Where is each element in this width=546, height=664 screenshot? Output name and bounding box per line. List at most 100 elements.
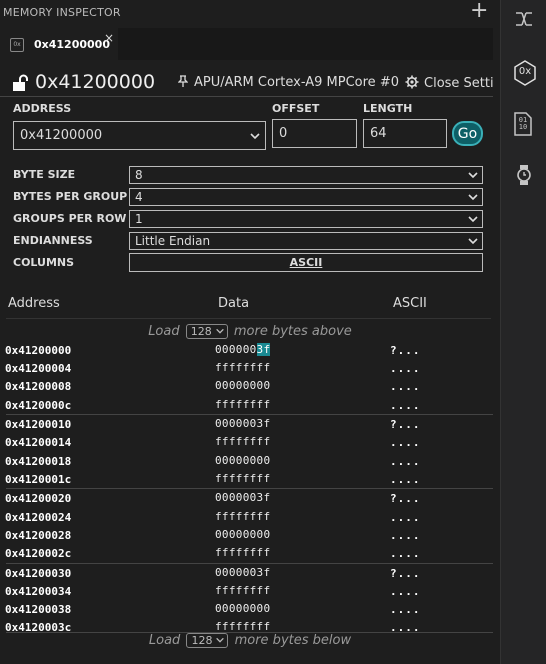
- core-selector[interactable]: APU/ARM Cortex-A9 MPCore #0: [177, 75, 399, 90]
- row-address[interactable]: 0x41200008: [5, 380, 71, 393]
- memory-title-row: 0x41200000 APU/ARM Cortex-A9 MPCore #0 C…: [0, 70, 493, 97]
- offset-input[interactable]: 0: [272, 119, 357, 148]
- ascii-column-header: ASCII: [393, 296, 427, 311]
- offset-label: OFFSET: [272, 102, 320, 115]
- load-above-count: 128: [190, 325, 212, 338]
- load-below-count-select[interactable]: 128: [186, 633, 229, 648]
- row-address[interactable]: 0x41200014: [5, 436, 71, 449]
- bytes-per-group-value: 4: [135, 190, 143, 204]
- close-settings-button[interactable]: Close Settings: [405, 75, 493, 91]
- core-label: APU/ARM Cortex-A9 MPCore #0: [194, 75, 399, 90]
- plus-icon[interactable]: +: [470, 0, 488, 23]
- row-address[interactable]: 0x41200010: [5, 418, 71, 431]
- row-ascii: ....: [390, 584, 421, 598]
- row-ascii: ....: [390, 436, 421, 450]
- tab-memory-view[interactable]: 0x 0x41200000 ×: [0, 28, 118, 60]
- length-input[interactable]: 64: [363, 119, 447, 148]
- row-data[interactable]: ffffffff: [215, 361, 270, 374]
- go-button[interactable]: Go: [452, 121, 483, 146]
- table-row: 0x41200038 00000000....: [0, 601, 500, 619]
- load-more-above: Load 128 more bytes above: [0, 324, 500, 339]
- row-data[interactable]: ffffffff: [215, 472, 270, 485]
- row-address[interactable]: 0x41200020: [5, 492, 71, 505]
- watch-icon[interactable]: [513, 164, 535, 186]
- selected-byte[interactable]: 3f: [256, 343, 271, 356]
- panel-title: MEMORY INSPECTOR: [3, 6, 121, 19]
- row-address[interactable]: 0x4120002c: [5, 547, 71, 560]
- hex-icon-text: 0x: [518, 66, 532, 77]
- row-data[interactable]: ffffffff: [215, 435, 270, 448]
- data-plain: 000000: [215, 343, 257, 356]
- load-below-suffix[interactable]: more bytes below: [235, 633, 352, 648]
- row-ascii: ....: [390, 472, 421, 486]
- address-input[interactable]: 0x41200000: [13, 121, 266, 150]
- ascii-column-toggle[interactable]: ASCII: [129, 253, 483, 272]
- row-ascii: ?...: [390, 566, 421, 580]
- close-settings-label: Close Settings: [424, 76, 493, 91]
- binary-icon-text: 01 10: [518, 116, 528, 131]
- connections-icon[interactable]: [513, 8, 535, 30]
- row-group-separator: [6, 414, 493, 416]
- row-data[interactable]: ffffffff: [215, 510, 270, 523]
- row-ascii: ....: [390, 398, 421, 412]
- byte-size-select[interactable]: 8: [129, 166, 483, 184]
- load-more-below: Load 128 more bytes below: [0, 633, 500, 648]
- row-address[interactable]: 0x41200038: [5, 603, 71, 616]
- row-data[interactable]: 00000000: [215, 602, 270, 615]
- row-address[interactable]: 0x41200030: [5, 567, 71, 580]
- endianness-select[interactable]: Little Endian: [129, 232, 483, 250]
- row-ascii: ....: [390, 510, 421, 524]
- row-data[interactable]: 0000003f: [215, 566, 270, 579]
- unlock-icon[interactable]: [12, 74, 30, 92]
- table-row: 0x41200014 ffffffff....: [0, 434, 500, 452]
- hex-memory-icon[interactable]: 0x: [513, 60, 537, 86]
- row-address[interactable]: 0x4120001c: [5, 473, 71, 486]
- row-address[interactable]: 0x41200028: [5, 529, 71, 542]
- bytes-per-group-select[interactable]: 4: [129, 188, 483, 206]
- row-ascii: ....: [390, 362, 421, 376]
- groups-per-row-select[interactable]: 1: [129, 210, 483, 228]
- row-address[interactable]: 0x41200018: [5, 455, 71, 468]
- table-row: 0x41200018 00000000....: [0, 453, 500, 471]
- row-data[interactable]: 00000000: [215, 454, 270, 467]
- row-data[interactable]: 0000003f: [215, 343, 271, 356]
- chevron-down-icon: [468, 238, 478, 245]
- table-row: 0x4120000c ffffffff....: [0, 397, 500, 415]
- row-address[interactable]: 0x4120000c: [5, 399, 71, 412]
- panel-header: MEMORY INSPECTOR +: [0, 0, 500, 26]
- row-data[interactable]: 0000003f: [215, 417, 270, 430]
- row-data[interactable]: ffffffff: [215, 584, 270, 597]
- length-label: LENGTH: [363, 102, 413, 115]
- row-address[interactable]: 0x41200034: [5, 585, 71, 598]
- row-data[interactable]: ffffffff: [215, 546, 270, 559]
- row-data[interactable]: 0000003f: [215, 491, 270, 504]
- address-column-header: Address: [8, 296, 60, 311]
- row-address[interactable]: 0x41200004: [5, 362, 71, 375]
- load-above-count-select[interactable]: 128: [185, 324, 228, 339]
- columns-label: COLUMNS: [13, 256, 75, 269]
- table-row: 0x4120002c ffffffff....: [0, 545, 500, 563]
- table-row: 0x4120001c ffffffff....: [0, 471, 500, 489]
- row-group-separator: [6, 488, 493, 490]
- row-ascii: ....: [390, 454, 421, 468]
- table-bottom-divider: [6, 632, 493, 633]
- load-above-suffix[interactable]: more bytes above: [234, 324, 352, 339]
- table-row: 0x41200000 0000003f ?...: [0, 342, 500, 360]
- load-below-count: 128: [191, 634, 213, 647]
- table-row: 0x41200028 00000000....: [0, 527, 500, 545]
- length-value: 64: [370, 126, 387, 141]
- row-data[interactable]: 00000000: [215, 379, 270, 392]
- table-row: 0x41200024 ffffffff....: [0, 509, 500, 527]
- row-address[interactable]: 0x41200024: [5, 511, 71, 524]
- row-group-separator: [6, 562, 493, 564]
- row-data[interactable]: ffffffff: [215, 398, 270, 411]
- chevron-down-icon: [468, 172, 478, 179]
- row-address[interactable]: 0x41200000: [5, 344, 71, 357]
- close-icon[interactable]: ×: [104, 31, 114, 45]
- binary-data-icon[interactable]: 01 10: [513, 112, 533, 136]
- gear-icon: [405, 75, 419, 89]
- row-data[interactable]: 00000000: [215, 528, 270, 541]
- groups-per-row-label: GROUPS PER ROW: [13, 212, 127, 225]
- load-below-prefix: Load: [148, 633, 181, 648]
- bytes-per-group-label: BYTES PER GROUP: [13, 190, 128, 203]
